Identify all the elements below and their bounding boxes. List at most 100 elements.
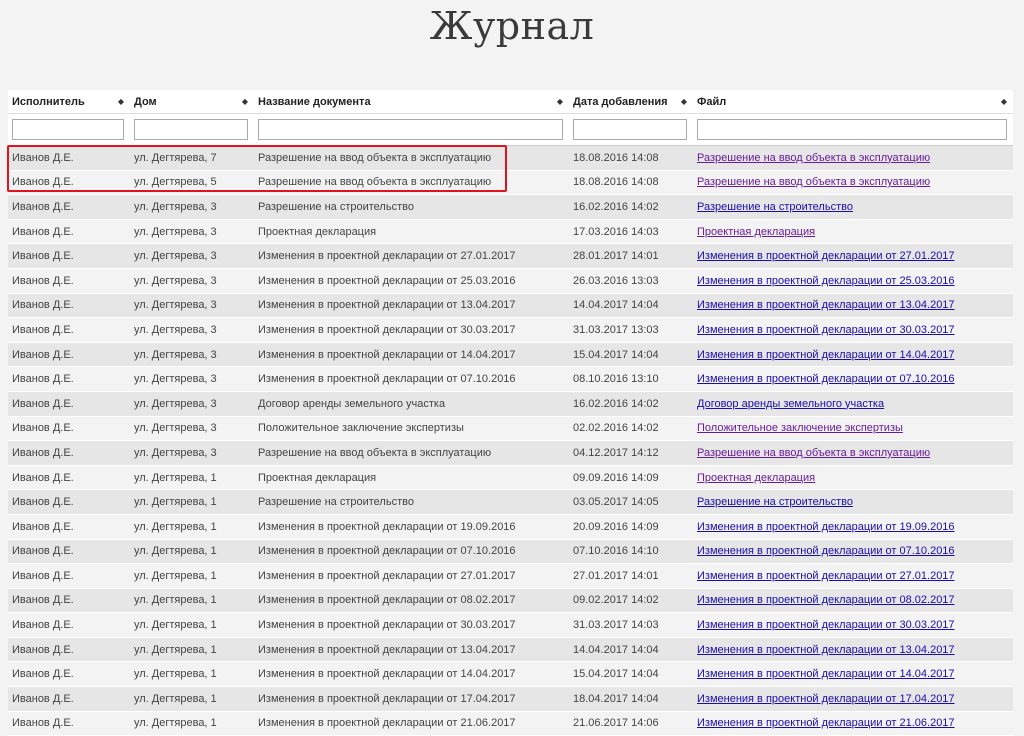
sort-icon[interactable]: ◆ [1001, 97, 1007, 106]
column-header-house[interactable]: Дом ◆ [130, 90, 254, 114]
cell-executor: Иванов Д.Е. [8, 637, 130, 663]
file-link[interactable]: Изменения в проектной декларации от 07.1… [697, 373, 955, 385]
file-link[interactable]: Изменения в проектной декларации от 27.0… [697, 250, 955, 262]
filter-input-date-added[interactable] [573, 119, 687, 140]
table-row: Иванов Д.Е. ул. Дегтярева, 3 Договор аренд… [8, 391, 1013, 417]
cell-date-added: 15.04.2017 14:04 [569, 342, 693, 368]
filter-input-house[interactable] [134, 119, 248, 140]
cell-executor: Иванов Д.Е. [8, 342, 130, 368]
cell-house: ул. Дегтярева, 3 [130, 366, 254, 392]
cell-date-added: 09.09.2016 14:09 [569, 465, 693, 491]
cell-date-added: 15.04.2017 14:04 [569, 661, 693, 688]
sort-icon[interactable]: ◆ [557, 97, 563, 106]
file-link[interactable]: Договор аренды земельного участка [697, 398, 884, 410]
file-link[interactable]: Изменения в проектной декларации от 07.1… [697, 545, 955, 557]
file-link[interactable]: Изменения в проектной декларации от 25.0… [697, 275, 955, 287]
cell-house: ул. Дегтярева, 3 [130, 293, 254, 319]
cell-date-added: 09.02.2017 14:02 [569, 588, 693, 614]
file-link[interactable]: Изменения в проектной декларации от 21.0… [697, 717, 955, 729]
cell-file: Разрешение на ввод объекта в эксплуатаци… [693, 170, 1013, 196]
file-link[interactable]: Разрешение на ввод объекта в эксплуатаци… [697, 447, 930, 459]
cell-executor: Иванов Д.Е. [8, 194, 130, 220]
table-row: Иванов Д.Е. ул. Дегтярева, 3 Разрешение на… [8, 440, 1013, 466]
cell-house: ул. Дегтярева, 3 [130, 416, 254, 442]
cell-date-added: 08.10.2016 13:10 [569, 366, 693, 392]
cell-executor: Иванов Д.Е. [8, 366, 130, 392]
sort-icon[interactable]: ◆ [118, 97, 124, 106]
column-header-date-added[interactable]: Дата добавления ◆ [569, 90, 693, 114]
cell-executor: Иванов Д.Е. [8, 145, 130, 171]
cell-document-name: Проектная декларация [254, 465, 569, 491]
cell-document-name: Изменения в проектной декларации от 25.0… [254, 268, 569, 294]
cell-executor: Иванов Д.Е. [8, 489, 130, 515]
cell-file: Разрешение на ввод объекта в эксплуатаци… [693, 440, 1013, 466]
table-row: Иванов Д.Е. ул. Дегтярева, 3 Изменения в п… [8, 366, 1013, 392]
cell-file: Изменения в проектной декларации от 14.0… [693, 342, 1013, 368]
file-link[interactable]: Изменения в проектной декларации от 27.0… [697, 570, 955, 582]
filter-input-file[interactable] [697, 119, 1007, 140]
cell-house: ул. Дегтярева, 1 [130, 637, 254, 663]
table-row: Иванов Д.Е. ул. Дегтярева, 5 Разрешение на… [8, 170, 1013, 196]
file-link[interactable]: Разрешение на ввод объекта в эксплуатаци… [697, 152, 930, 164]
cell-executor: Иванов Д.Е. [8, 416, 130, 442]
cell-document-name: Изменения в проектной декларации от 08.0… [254, 588, 569, 614]
file-link[interactable]: Изменения в проектной декларации от 14.0… [697, 349, 955, 361]
file-link[interactable]: Разрешение на строительство [697, 201, 853, 213]
cell-house: ул. Дегтярева, 3 [130, 268, 254, 294]
file-link[interactable]: Изменения в проектной декларации от 17.0… [697, 693, 955, 705]
cell-house: ул. Дегтярева, 3 [130, 391, 254, 417]
cell-date-added: 26.03.2016 13:03 [569, 268, 693, 294]
sort-icon[interactable]: ◆ [681, 97, 687, 106]
cell-document-name: Изменения в проектной декларации от 30.0… [254, 317, 569, 343]
file-link[interactable]: Изменения в проектной декларации от 08.0… [697, 594, 955, 606]
column-header-executor[interactable]: Исполнитель ◆ [8, 90, 130, 114]
column-header-document-name[interactable]: Название документа ◆ [254, 90, 569, 114]
cell-file: Изменения в проектной декларации от 27.0… [693, 243, 1013, 269]
cell-document-name: Разрешение на ввод объекта в эксплуатаци… [254, 170, 569, 196]
file-link[interactable]: Проектная декларация [697, 472, 815, 484]
cell-executor: Иванов Д.Е. [8, 268, 130, 294]
cell-document-name: Разрешение на строительство [254, 194, 569, 220]
journal-table: Исполнитель ◆ Дом ◆ Название документа ◆ Да… [8, 90, 1013, 736]
cell-executor: Иванов Д.Е. [8, 588, 130, 614]
column-header-label: Файл [697, 95, 727, 108]
cell-date-added: 16.02.2016 14:02 [569, 391, 693, 417]
file-link[interactable]: Изменения в проектной декларации от 19.0… [697, 521, 955, 533]
cell-date-added: 14.04.2017 14:04 [569, 293, 693, 319]
column-header-file[interactable]: Файл ◆ [693, 90, 1013, 114]
file-link[interactable]: Изменения в проектной декларации от 13.0… [697, 299, 955, 311]
file-link[interactable]: Изменения в проектной декларации от 13.0… [697, 644, 955, 656]
cell-file: Изменения в проектной декларации от 30.0… [693, 612, 1013, 638]
cell-executor: Иванов Д.Е. [8, 391, 130, 417]
cell-file: Изменения в проектной декларации от 07.1… [693, 539, 1013, 565]
file-link[interactable]: Положительное заключение экспертизы [697, 422, 903, 434]
cell-file: Изменения в проектной декларации от 14.0… [693, 661, 1013, 688]
cell-executor: Иванов Д.Е. [8, 440, 130, 466]
file-link[interactable]: Проектная декларация [697, 226, 815, 238]
table-row: Иванов Д.Е. ул. Дегтярева, 3 Изменения в п… [8, 317, 1013, 343]
cell-executor: Иванов Д.Е. [8, 514, 130, 540]
cell-house: ул. Дегтярева, 1 [130, 588, 254, 614]
cell-house: ул. Дегтярева, 3 [130, 194, 254, 220]
table-row: Иванов Д.Е. ул. Дегтярева, 1 Изменения в п… [8, 637, 1013, 663]
file-link[interactable]: Разрешение на строительство [697, 496, 853, 508]
table-row: Иванов Д.Е. ул. Дегтярева, 1 Изменения в п… [8, 661, 1013, 688]
filter-input-executor[interactable] [12, 119, 124, 140]
table-row: Иванов Д.Е. ул. Дегтярева, 3 Изменения в п… [8, 268, 1013, 294]
sort-icon[interactable]: ◆ [242, 97, 248, 106]
file-link[interactable]: Изменения в проектной декларации от 14.0… [697, 668, 955, 680]
table-row: Иванов Д.Е. ул. Дегтярева, 3 Изменения в п… [8, 243, 1013, 269]
cell-executor: Иванов Д.Е. [8, 661, 130, 688]
cell-house: ул. Дегтярева, 3 [130, 342, 254, 368]
file-link[interactable]: Разрешение на ввод объекта в эксплуатаци… [697, 176, 930, 188]
cell-document-name: Разрешение на строительство [254, 489, 569, 515]
filter-input-document-name[interactable] [258, 119, 563, 140]
file-link[interactable]: Изменения в проектной декларации от 30.0… [697, 619, 955, 631]
cell-document-name: Изменения в проектной декларации от 21.0… [254, 711, 569, 736]
file-link[interactable]: Изменения в проектной декларации от 30.0… [697, 324, 955, 336]
cell-date-added: 17.03.2016 14:03 [569, 219, 693, 245]
cell-file: Изменения в проектной декларации от 17.0… [693, 686, 1013, 712]
cell-file: Изменения в проектной декларации от 21.0… [693, 711, 1013, 736]
cell-house: ул. Дегтярева, 1 [130, 563, 254, 589]
cell-file: Изменения в проектной декларации от 19.0… [693, 514, 1013, 540]
